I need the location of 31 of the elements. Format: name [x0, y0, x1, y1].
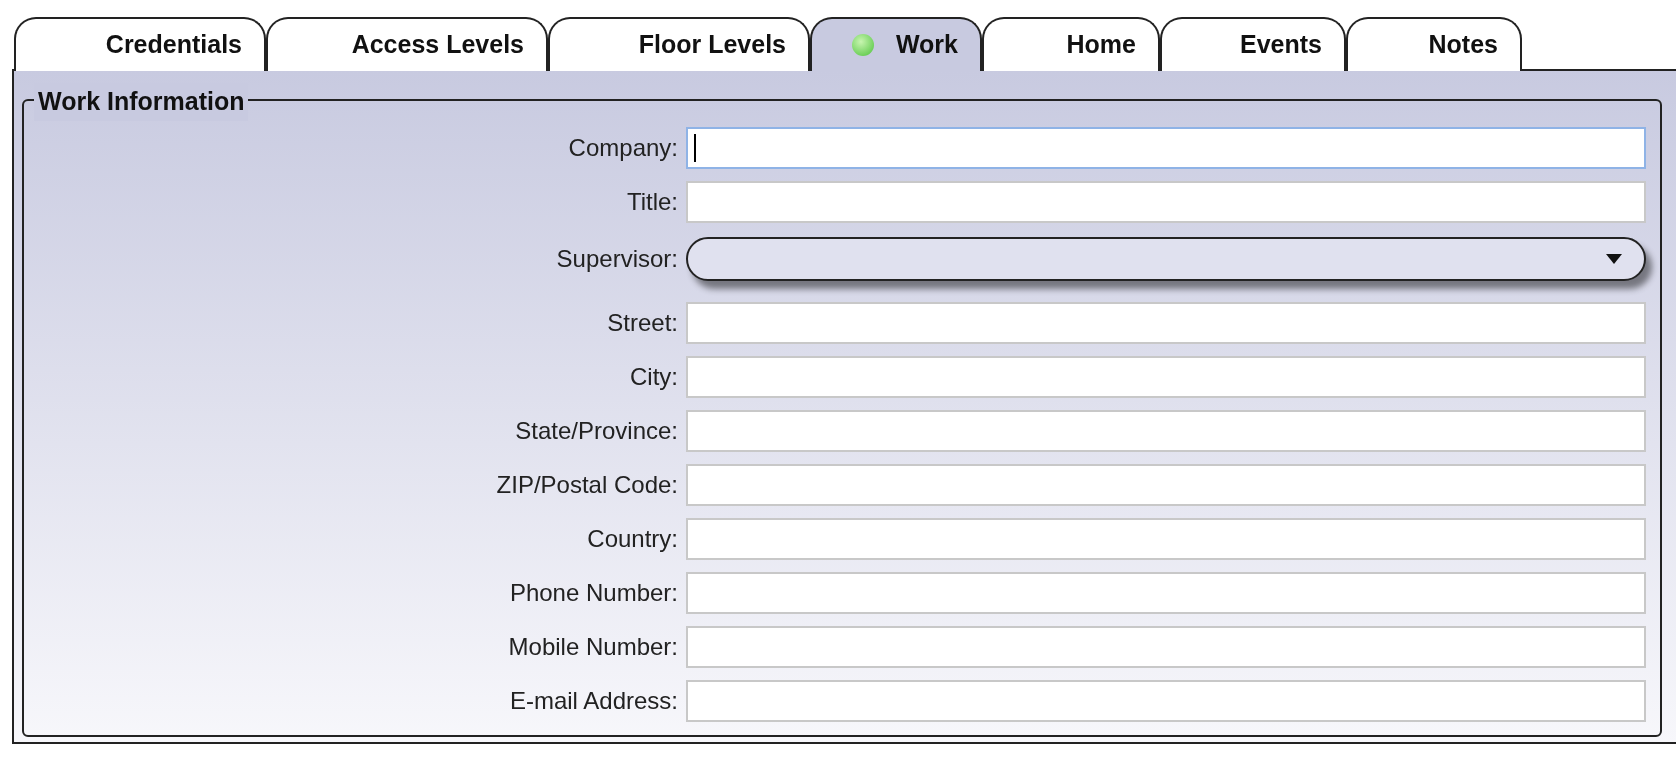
- input-field[interactable]: [686, 518, 1646, 560]
- tab[interactable]: Notes: [1346, 17, 1522, 71]
- field-label: Supervisor:: [555, 243, 679, 274]
- field-label: Company:: [567, 133, 679, 163]
- field-label: ZIP/Postal Code:: [495, 470, 679, 500]
- input-field[interactable]: [686, 302, 1646, 344]
- tab[interactable]: Events: [1160, 17, 1346, 71]
- input-field[interactable]: [686, 127, 1646, 169]
- field-label: City:: [629, 362, 679, 392]
- tab[interactable]: Access Levels: [266, 17, 548, 71]
- field-label: E-mail Address:: [508, 686, 679, 716]
- input-field[interactable]: [686, 181, 1646, 223]
- tab[interactable]: Floor Levels: [548, 17, 810, 71]
- input-field[interactable]: [686, 572, 1646, 614]
- field-label: Country:: [586, 524, 679, 554]
- tab[interactable]: Work: [810, 17, 982, 71]
- field-label: Street:: [606, 308, 679, 338]
- caret-icon: [1606, 253, 1622, 264]
- tab[interactable]: Home: [982, 17, 1160, 71]
- input-field[interactable]: [686, 410, 1646, 452]
- field-label: Phone Number:: [508, 578, 679, 608]
- input-field[interactable]: [686, 680, 1646, 722]
- input-field[interactable]: [686, 464, 1646, 506]
- input-field[interactable]: [686, 356, 1646, 398]
- input-field[interactable]: [686, 626, 1646, 668]
- tab[interactable]: Credentials: [14, 17, 266, 71]
- field-label: Title:: [625, 187, 679, 217]
- dropdown[interactable]: [686, 236, 1646, 281]
- field-label: State/Province:: [514, 416, 679, 446]
- text-cursor: [694, 134, 696, 162]
- field-label: Mobile Number:: [507, 632, 679, 662]
